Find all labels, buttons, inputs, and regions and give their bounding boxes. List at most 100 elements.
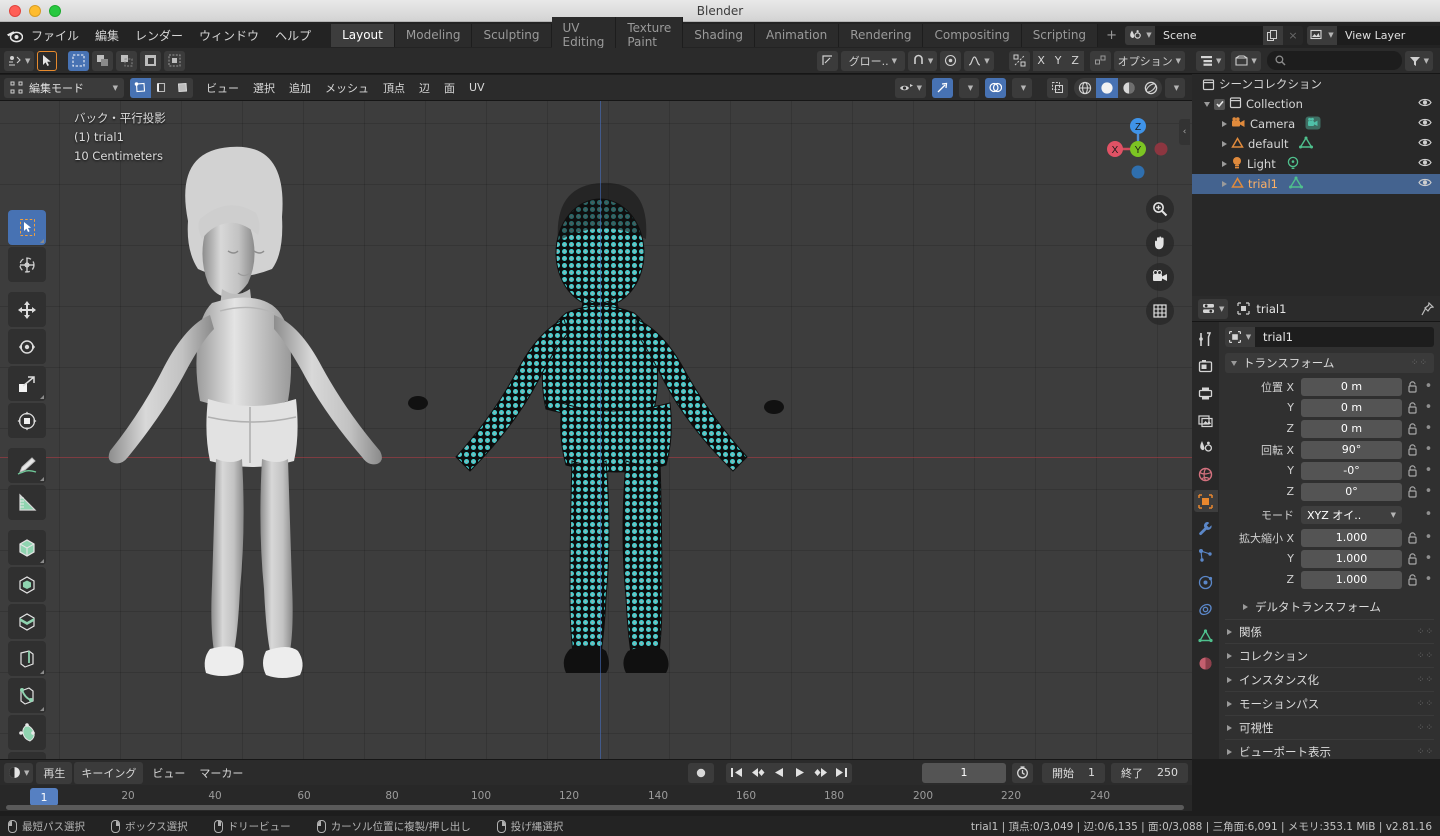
play-button[interactable]: [789, 763, 810, 783]
expand-arrow-icon[interactable]: [1222, 181, 1227, 187]
object-data-icon[interactable]: [1288, 176, 1304, 193]
workspace-tab-shading[interactable]: Shading: [683, 23, 755, 47]
object-data-icon[interactable]: [1305, 116, 1321, 133]
workspace-tab-sculpting[interactable]: Sculpting: [472, 23, 552, 47]
viewport-toolbar[interactable]: [8, 210, 46, 759]
select-invert-button[interactable]: [140, 50, 162, 71]
collapsed-panel-3[interactable]: モーションパス ⁘⁘: [1225, 691, 1434, 715]
move-tool[interactable]: [8, 292, 46, 327]
properties-editor-type-icon[interactable]: ▼: [1198, 298, 1229, 319]
outliner-search-input[interactable]: [1266, 51, 1402, 70]
extrude-region-tool[interactable]: [8, 567, 46, 602]
menu-1[interactable]: 編集: [87, 24, 127, 47]
object-type-visibility-button[interactable]: ▼: [894, 77, 926, 98]
visibility-eye-icon[interactable]: [1418, 137, 1432, 151]
modifier-tab[interactable]: [1194, 517, 1218, 539]
location-z-value[interactable]: 0 m: [1301, 419, 1402, 438]
animate-dot[interactable]: •: [1423, 485, 1434, 498]
expand-arrow-icon[interactable]: [1222, 161, 1227, 167]
properties-tab-column[interactable]: [1192, 322, 1219, 759]
data-tab[interactable]: [1194, 625, 1218, 647]
lock-icon[interactable]: [1406, 573, 1419, 586]
proportional-edit-button[interactable]: [940, 50, 962, 71]
output-tab[interactable]: [1194, 382, 1218, 404]
shading-rendered-button[interactable]: [1140, 78, 1162, 98]
gizmo-dropdown[interactable]: ▼: [959, 77, 979, 98]
face-select-button[interactable]: [172, 77, 193, 98]
inset-faces-tool[interactable]: [8, 604, 46, 639]
viewport-menu-3[interactable]: メッシュ: [318, 77, 376, 99]
delta-transform-panel[interactable]: デルタトランスフォーム: [1225, 595, 1434, 619]
transform-tool[interactable]: [8, 403, 46, 438]
loop-cut-tool[interactable]: [8, 678, 46, 713]
shading-material-button[interactable]: [1118, 78, 1140, 98]
annotate-tool[interactable]: [8, 448, 46, 483]
playback-controls[interactable]: [726, 762, 852, 783]
outliner-editor[interactable]: ▼ ▼ ▼ シーンコレクション Collection Camera default L…: [1192, 48, 1440, 296]
mirror-options-icon[interactable]: [1008, 50, 1030, 71]
scale-y-value[interactable]: 1.000: [1301, 549, 1402, 568]
viewport-nav-buttons[interactable]: [1146, 195, 1174, 325]
outliner-root-row[interactable]: シーンコレクション: [1192, 74, 1440, 94]
scale-z-value[interactable]: 1.000: [1301, 570, 1402, 589]
zoom-icon[interactable]: [1146, 195, 1174, 223]
add-cube-tool[interactable]: [8, 530, 46, 565]
scale-tool[interactable]: [8, 366, 46, 401]
menu-3[interactable]: ウィンドウ: [191, 24, 267, 47]
workspace-tab-rendering[interactable]: Rendering: [839, 23, 924, 47]
gizmo-toggle-button[interactable]: [932, 77, 953, 98]
add-workspace-button[interactable]: +: [1098, 25, 1125, 46]
interaction-mode-selector[interactable]: 編集モード ▼: [4, 77, 124, 98]
outliner-row-camera[interactable]: Camera: [1192, 114, 1440, 134]
next-keyframe-button[interactable]: [810, 763, 831, 783]
3d-viewport[interactable]: バック・平行投影 (1) trial1 10 Centimeters Z X Y…: [0, 101, 1192, 759]
proportional-falloff-button[interactable]: ▼: [964, 50, 994, 71]
timeline-scrollbar[interactable]: [6, 805, 1184, 810]
lock-icon[interactable]: [1406, 485, 1419, 498]
vertex-select-button[interactable]: [130, 77, 151, 98]
menu-2[interactable]: レンダー: [127, 24, 191, 47]
auto-keying-button[interactable]: [688, 762, 714, 783]
outliner-display-mode-icon[interactable]: ▼: [1231, 50, 1261, 71]
scale-y-row[interactable]: Y 1.000 •: [1225, 549, 1434, 568]
scale-x-value[interactable]: 1.000: [1301, 528, 1402, 547]
timeline-menu-3[interactable]: マーカー: [192, 762, 250, 784]
physics-tab[interactable]: [1194, 571, 1218, 593]
shading-dropdown[interactable]: ▼: [1165, 77, 1185, 98]
location-z-row[interactable]: Z 0 m •: [1225, 419, 1434, 438]
rotation-z-value[interactable]: 0°: [1301, 482, 1402, 501]
lock-icon[interactable]: [1406, 401, 1419, 414]
animate-dot[interactable]: •: [1423, 380, 1434, 393]
cursor-tool[interactable]: [8, 247, 46, 282]
viewport-menu-6[interactable]: 面: [437, 77, 462, 99]
current-frame-field[interactable]: 1: [922, 762, 1006, 783]
location-x-value[interactable]: 0 m: [1301, 377, 1402, 396]
scale-z-row[interactable]: Z 1.000 •: [1225, 570, 1434, 589]
workspace-tab-scripting[interactable]: Scripting: [1021, 23, 1099, 47]
workspace-tab-layout[interactable]: Layout: [331, 23, 395, 47]
select-subtract-button[interactable]: [116, 50, 138, 71]
viewport-menu-0[interactable]: ビュー: [199, 77, 246, 99]
camera-view-icon[interactable]: [1146, 263, 1174, 291]
scene-name[interactable]: Scene: [1154, 25, 1263, 45]
collapsed-panel-4[interactable]: 可視性 ⁘⁘: [1225, 715, 1434, 739]
location-y-value[interactable]: 0 m: [1301, 398, 1402, 417]
lock-icon[interactable]: [1406, 422, 1419, 435]
visibility-eye-icon[interactable]: [1418, 157, 1432, 171]
jump-to-start-button[interactable]: [726, 763, 747, 783]
toggle-ortho-grid-icon[interactable]: [1146, 297, 1174, 325]
timeline-menu-2[interactable]: ビュー: [145, 762, 192, 784]
scale-x-row[interactable]: 拡大縮小 X 1.000 •: [1225, 528, 1434, 547]
lock-icon[interactable]: [1406, 552, 1419, 565]
overlays-toggle-button[interactable]: [985, 77, 1006, 98]
object-name-value[interactable]: trial1: [1255, 330, 1293, 344]
render-tab[interactable]: [1194, 355, 1218, 377]
scene-selector[interactable]: ▼ Scene ×: [1124, 25, 1303, 45]
shading-solid-button[interactable]: [1096, 77, 1118, 98]
xray-toggle-button[interactable]: [1047, 77, 1068, 98]
sidebar-toggle-arrow[interactable]: ‹: [1179, 119, 1190, 145]
viewport-menu-1[interactable]: 選択: [246, 77, 282, 99]
animate-dot[interactable]: •: [1423, 443, 1434, 456]
timeline-menu-0[interactable]: 再生: [36, 761, 73, 784]
particles-tab[interactable]: [1194, 544, 1218, 566]
